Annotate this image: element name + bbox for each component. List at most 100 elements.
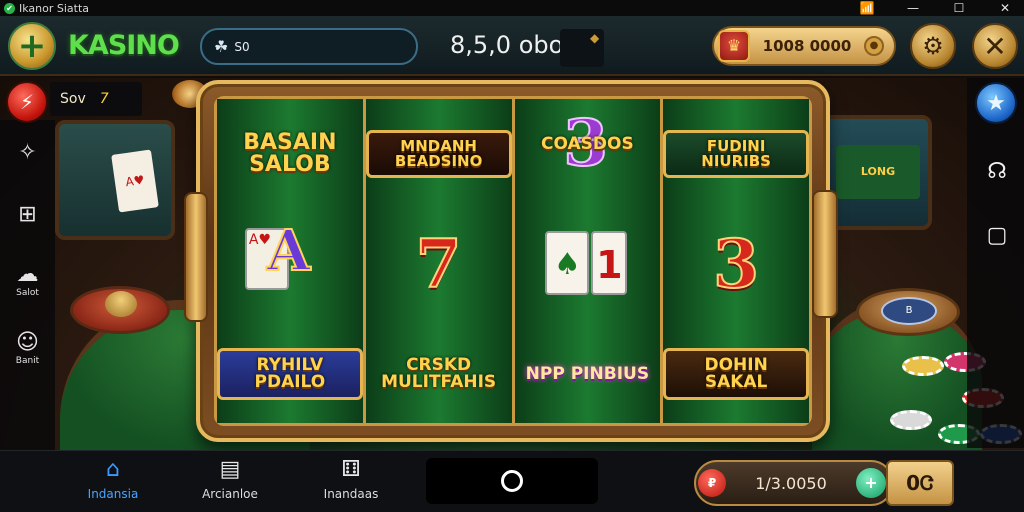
support-icon: ☺ xyxy=(16,330,39,355)
rail-item-label: Salot xyxy=(16,288,39,298)
coin-icon: ● xyxy=(864,36,884,56)
promo-badge-button[interactable]: ⚡ xyxy=(6,81,48,123)
reel-symbol: RYHILV PDAILO xyxy=(217,319,363,429)
symbol-label: CRSKD MULITFAHIS xyxy=(381,355,497,392)
nav-label: Inandaas xyxy=(323,487,379,501)
close-button[interactable]: ✕ xyxy=(972,23,1018,69)
star-icon: ★ xyxy=(986,90,1006,116)
add-button[interactable]: + xyxy=(8,22,56,70)
dial-left xyxy=(70,286,170,334)
symbol-label: NPP PINBIUS xyxy=(525,363,650,384)
favorites-button[interactable]: ★ xyxy=(975,82,1017,124)
window-controls: 📶 — ☐ ✕ xyxy=(856,0,1016,16)
top-header: + KASINO ☘ 8,5,0 obog ◆ ♛ 1008 0000 ● ⚙ … xyxy=(0,16,1024,76)
symbol-label: MNDANH BEADSINO xyxy=(394,137,483,170)
chat-bubble-icon: ☊ xyxy=(987,158,1007,184)
symbol-panel: MNDANH BEADSINO xyxy=(365,130,512,178)
right-rail xyxy=(967,78,1024,448)
diamond-icon: ◆ xyxy=(590,31,600,45)
slot-reels[interactable]: BASAIN SALOB A♥ A RYHILV PDAILO MNDANH B… xyxy=(214,96,812,426)
reel-symbol: 3 xyxy=(663,209,809,319)
system-home-button[interactable] xyxy=(426,458,598,504)
plus-icon: + xyxy=(17,26,47,66)
minimize-icon[interactable]: — xyxy=(902,1,924,15)
reel-symbol: CRSKD MULITFAHIS xyxy=(366,319,512,429)
level-label: Sov xyxy=(60,91,86,107)
symbol-panel: RYHILV PDAILO xyxy=(217,348,363,400)
symbol-label: DOHIN SAKAL xyxy=(704,355,768,392)
dial-right: B xyxy=(856,288,960,336)
restore-icon[interactable]: ☐ xyxy=(948,1,970,15)
reel-3: 3 COASDOS ♠ 1 NPP PINBIUS xyxy=(514,99,664,423)
reel-symbol: BASAIN SALOB xyxy=(217,99,363,209)
ace-card: 1 xyxy=(591,231,628,295)
balance-value: 1/3.0050 xyxy=(755,473,827,493)
knob-icon xyxy=(105,291,137,317)
reel-rail-right xyxy=(812,190,838,318)
rail-item-label: Banit xyxy=(15,356,40,366)
ruby-icon: ₽ xyxy=(698,469,726,497)
home-icon: ⌂ xyxy=(106,457,120,482)
chip-icon xyxy=(902,356,944,376)
coasdos-symbol: 3 COASDOS xyxy=(527,105,647,194)
rail-item-banit[interactable]: ☺ Banit xyxy=(0,330,55,366)
speech-bubble-icon: ☁ xyxy=(16,262,39,287)
rail-item-grid[interactable]: ⊞ xyxy=(0,202,55,228)
seven-symbol: 7 xyxy=(415,224,463,304)
reel-symbol: DOHIN SAKAL xyxy=(663,319,809,429)
jackpot-tab[interactable]: ◆ xyxy=(560,29,604,67)
rail-item-chat[interactable]: ✧ xyxy=(0,140,55,166)
reel-1: BASAIN SALOB A♥ A RYHILV PDAILO xyxy=(217,99,366,423)
dial-face: B xyxy=(881,297,937,325)
settings-icon: ⚙ xyxy=(922,32,944,60)
coin-balance[interactable]: ♛ 1008 0000 ● xyxy=(712,26,896,66)
lightning-icon: ⚡ xyxy=(19,90,35,114)
close-icon: ✕ xyxy=(983,29,1007,63)
right-rail-bubble[interactable]: ☊ xyxy=(978,152,1016,190)
nav-item-home[interactable]: ⌂ Indansia xyxy=(58,457,168,501)
app-logo: KASINO xyxy=(68,30,180,61)
treasure-chest-icon: ♛ xyxy=(718,30,750,62)
nav-label: Arcianloe xyxy=(202,487,258,501)
level-box: Sov 7 xyxy=(50,82,142,116)
symbol-panel: FUDINI NIURIBS xyxy=(663,130,809,178)
wifi-icon: 📶 xyxy=(859,1,875,15)
reel-2: MNDANH BEADSINO 7 CRSKD MULITFAHIS xyxy=(365,99,515,423)
reel-symbol: NPP PINBIUS xyxy=(515,319,661,429)
reel-symbol: FUDINI NIURIBS xyxy=(663,99,809,209)
users-icon: ☘ xyxy=(214,37,229,56)
symbol-label: RYHILV PDAILO xyxy=(254,355,326,392)
settings-button[interactable]: ⚙ xyxy=(910,23,956,69)
reel-symbol: MNDANH BEADSINO xyxy=(365,99,512,209)
close-window-icon[interactable]: ✕ xyxy=(994,1,1016,15)
chat-icon: ✧ xyxy=(18,140,37,165)
machine-screen: LONG xyxy=(836,145,920,199)
symbol-label: A xyxy=(266,217,311,285)
reel-rail-left xyxy=(184,192,208,322)
symbol-label: FUDINI NIURIBS xyxy=(701,137,771,170)
nav-item-games[interactable]: ⚅ Inandaas xyxy=(296,457,406,501)
add-funds-icon[interactable]: + xyxy=(856,468,886,498)
reel-symbol: ♠ 1 xyxy=(515,209,661,319)
nav-label: Indansia xyxy=(87,487,139,501)
reel-symbol: 3 COASDOS xyxy=(515,99,661,209)
games-icon: ⚅ xyxy=(341,457,361,482)
right-rail-message[interactable]: ▢ xyxy=(978,216,1016,254)
search-input[interactable] xyxy=(234,39,405,54)
symbol-panel: DOHIN SAKAL xyxy=(663,348,809,400)
nav-item-cards[interactable]: ▤ Arcianloe xyxy=(175,457,285,501)
reel-symbol: 7 xyxy=(366,209,512,319)
search-field[interactable]: ☘ xyxy=(200,28,418,65)
app-name: Ikanor Siatta xyxy=(19,1,90,15)
app-identity: ✔ Ikanor Siatta xyxy=(0,2,89,15)
rail-item-salot[interactable]: ☁ Salot xyxy=(0,262,55,298)
coin-balance-value: 1008 0000 xyxy=(762,37,852,55)
cards-icon: ▤ xyxy=(219,457,241,482)
symbol-label: BASAIN SALOB xyxy=(243,130,337,177)
message-icon: ▢ xyxy=(986,222,1008,248)
check-icon: ✔ xyxy=(4,2,15,14)
currency-button[interactable]: 0Ꮳ xyxy=(886,460,954,506)
playing-card-icon: A♥ xyxy=(111,149,159,213)
balance-pill[interactable]: ₽ 1/3.0050 + xyxy=(694,460,894,506)
background-machine-right: LONG xyxy=(822,115,932,230)
